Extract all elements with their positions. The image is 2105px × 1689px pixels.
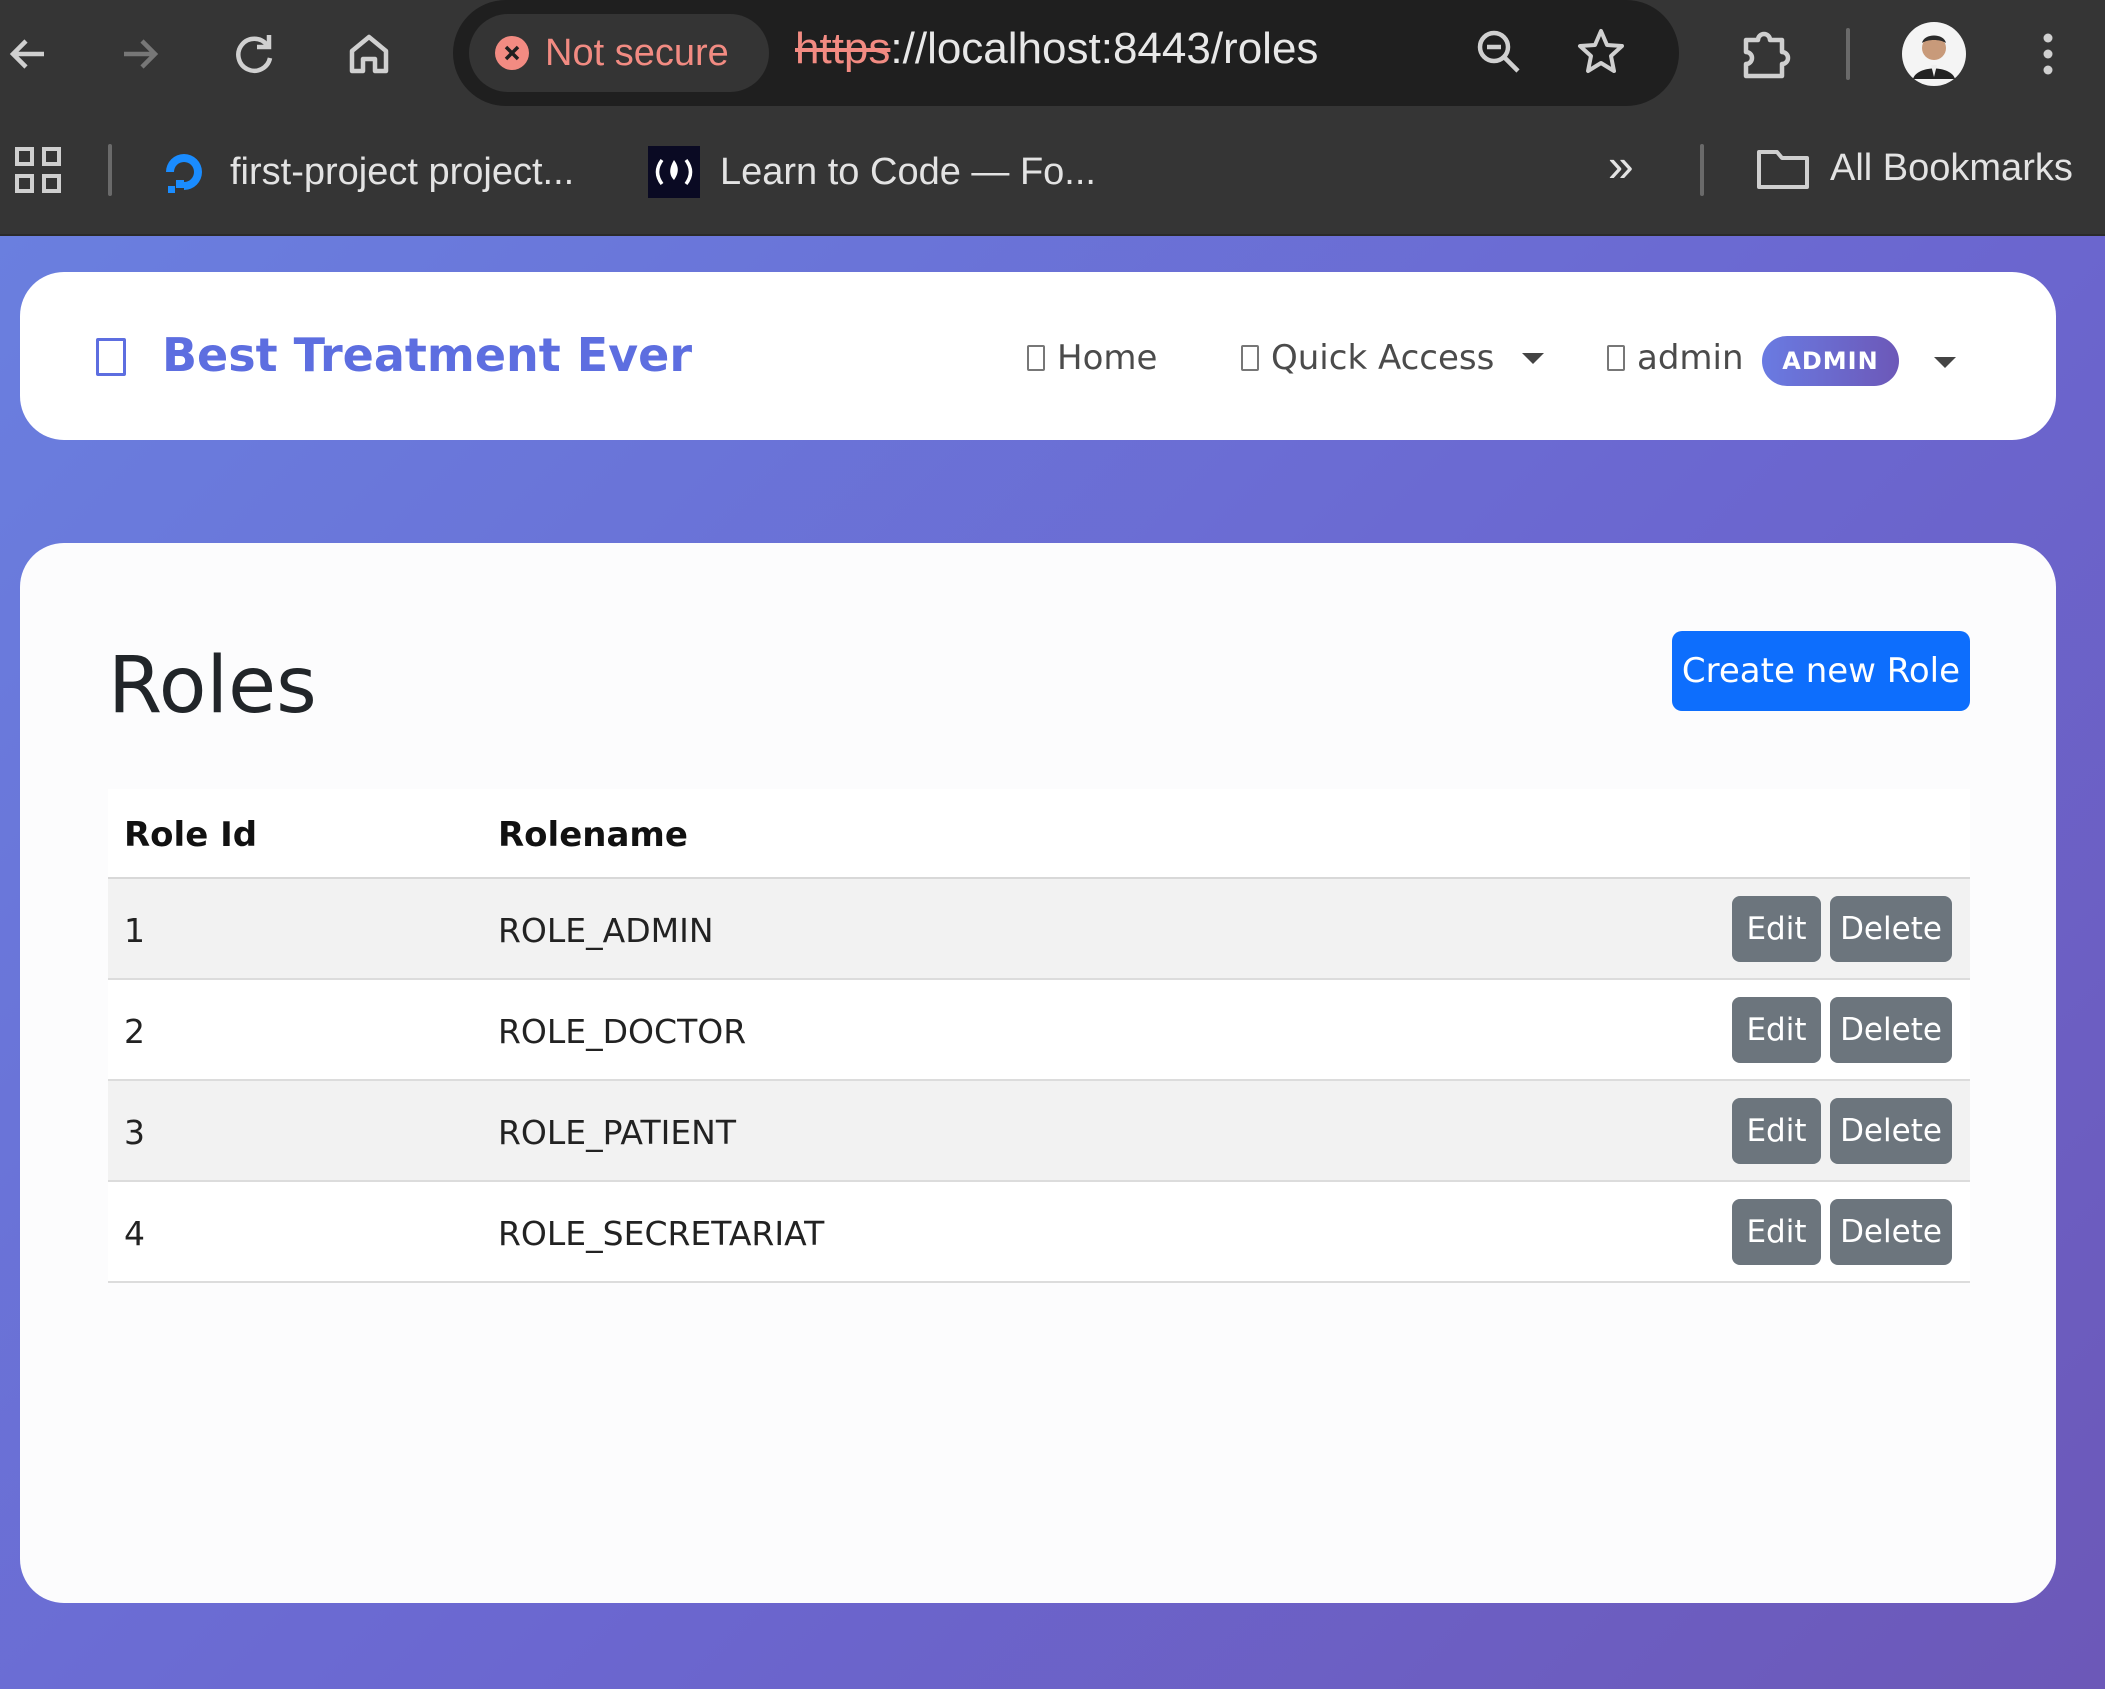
menu-kebab-icon[interactable]	[2012, 18, 2084, 90]
zoom-icon[interactable]	[1463, 16, 1535, 88]
forward-icon[interactable]	[104, 18, 176, 90]
home-nav-icon	[1027, 345, 1045, 371]
toolbar-separator	[1846, 28, 1850, 80]
bookmark-learn-to-code[interactable]: Learn to Code — Fo...	[648, 146, 1096, 198]
home-icon[interactable]	[333, 18, 405, 90]
extensions-icon[interactable]	[1728, 18, 1800, 90]
chevron-down-icon	[1522, 352, 1545, 364]
more-bookmarks-button[interactable]: »	[1608, 138, 1634, 192]
delete-button[interactable]: Delete	[1830, 1199, 1952, 1265]
url-text: https://localhost:8443/roles	[795, 24, 1319, 73]
page-title: Roles	[108, 641, 317, 731]
user-dropdown-chevron-icon[interactable]	[1934, 357, 1956, 368]
address-bar[interactable]: Not secure https://localhost:8443/roles	[453, 0, 1679, 106]
reload-icon[interactable]	[218, 18, 290, 90]
table-header: Role Id Rolename	[108, 789, 1970, 879]
page-background: Best Treatment Ever Home Quick Access ad…	[0, 236, 2105, 1689]
rolename-cell: ROLE_PATIENT	[498, 1113, 737, 1152]
table-row: 2 ROLE_DOCTOR Edit Delete	[108, 980, 1970, 1081]
column-header-rolename: Rolename	[498, 815, 688, 855]
site-security-chip[interactable]: Not secure	[469, 14, 769, 92]
table-row: 1 ROLE_ADMIN Edit Delete	[108, 879, 1970, 980]
nav-user-menu[interactable]: admin	[1607, 338, 1744, 378]
create-role-button[interactable]: Create new Role	[1672, 631, 1970, 711]
nav-home[interactable]: Home	[1027, 338, 1157, 378]
bookmark-first-project[interactable]: first-project project...	[158, 146, 574, 198]
quick-access-icon	[1241, 345, 1259, 371]
edit-button[interactable]: Edit	[1732, 1199, 1821, 1265]
role-badge: ADMIN	[1762, 336, 1899, 386]
digitalocean-icon	[166, 154, 202, 193]
back-icon[interactable]	[0, 18, 64, 90]
freecodecamp-icon	[648, 146, 700, 198]
edit-button[interactable]: Edit	[1732, 1098, 1821, 1164]
bookmarks-bar: first-project project... Learn to Code —…	[0, 108, 2105, 236]
role-id-cell: 3	[124, 1113, 145, 1152]
delete-button[interactable]: Delete	[1830, 997, 1952, 1063]
column-header-role-id: Role Id	[124, 815, 258, 855]
edit-button[interactable]: Edit	[1732, 896, 1821, 962]
delete-button[interactable]: Delete	[1830, 1098, 1952, 1164]
nav-quick-access-dropdown[interactable]: Quick Access	[1241, 338, 1545, 378]
roles-table: Role Id Rolename 1 ROLE_ADMIN Edit Delet…	[108, 789, 1970, 1283]
roles-card: Roles Create new Role Role Id Rolename 1…	[20, 543, 2056, 1603]
all-bookmarks-button[interactable]: All Bookmarks	[1756, 146, 2073, 190]
rolename-cell: ROLE_DOCTOR	[498, 1012, 747, 1051]
role-id-cell: 4	[124, 1214, 145, 1253]
brand-link[interactable]: Best Treatment Ever	[162, 328, 692, 382]
browser-toolbar: Not secure https://localhost:8443/roles	[0, 0, 2105, 108]
role-id-cell: 1	[124, 911, 145, 950]
bookmarks-separator	[108, 144, 112, 196]
security-label: Not secure	[545, 31, 729, 74]
role-id-cell: 2	[124, 1012, 145, 1051]
rolename-cell: ROLE_SECRETARIAT	[498, 1214, 825, 1253]
insecure-icon	[495, 36, 529, 70]
bookmark-star-icon[interactable]	[1565, 16, 1637, 88]
table-row: 3 ROLE_PATIENT Edit Delete	[108, 1081, 1970, 1182]
rolename-cell: ROLE_ADMIN	[498, 911, 714, 950]
folder-icon	[1757, 150, 1809, 189]
user-icon	[1607, 345, 1625, 371]
table-row: 4 ROLE_SECRETARIAT Edit Delete	[108, 1182, 1970, 1283]
profile-avatar[interactable]	[1898, 18, 1970, 90]
delete-button[interactable]: Delete	[1830, 896, 1952, 962]
bookmarks-separator-2	[1700, 144, 1704, 196]
apps-grid-icon[interactable]	[14, 146, 62, 198]
brand-icon	[96, 338, 126, 376]
navbar: Best Treatment Ever Home Quick Access ad…	[20, 272, 2056, 440]
edit-button[interactable]: Edit	[1732, 997, 1821, 1063]
